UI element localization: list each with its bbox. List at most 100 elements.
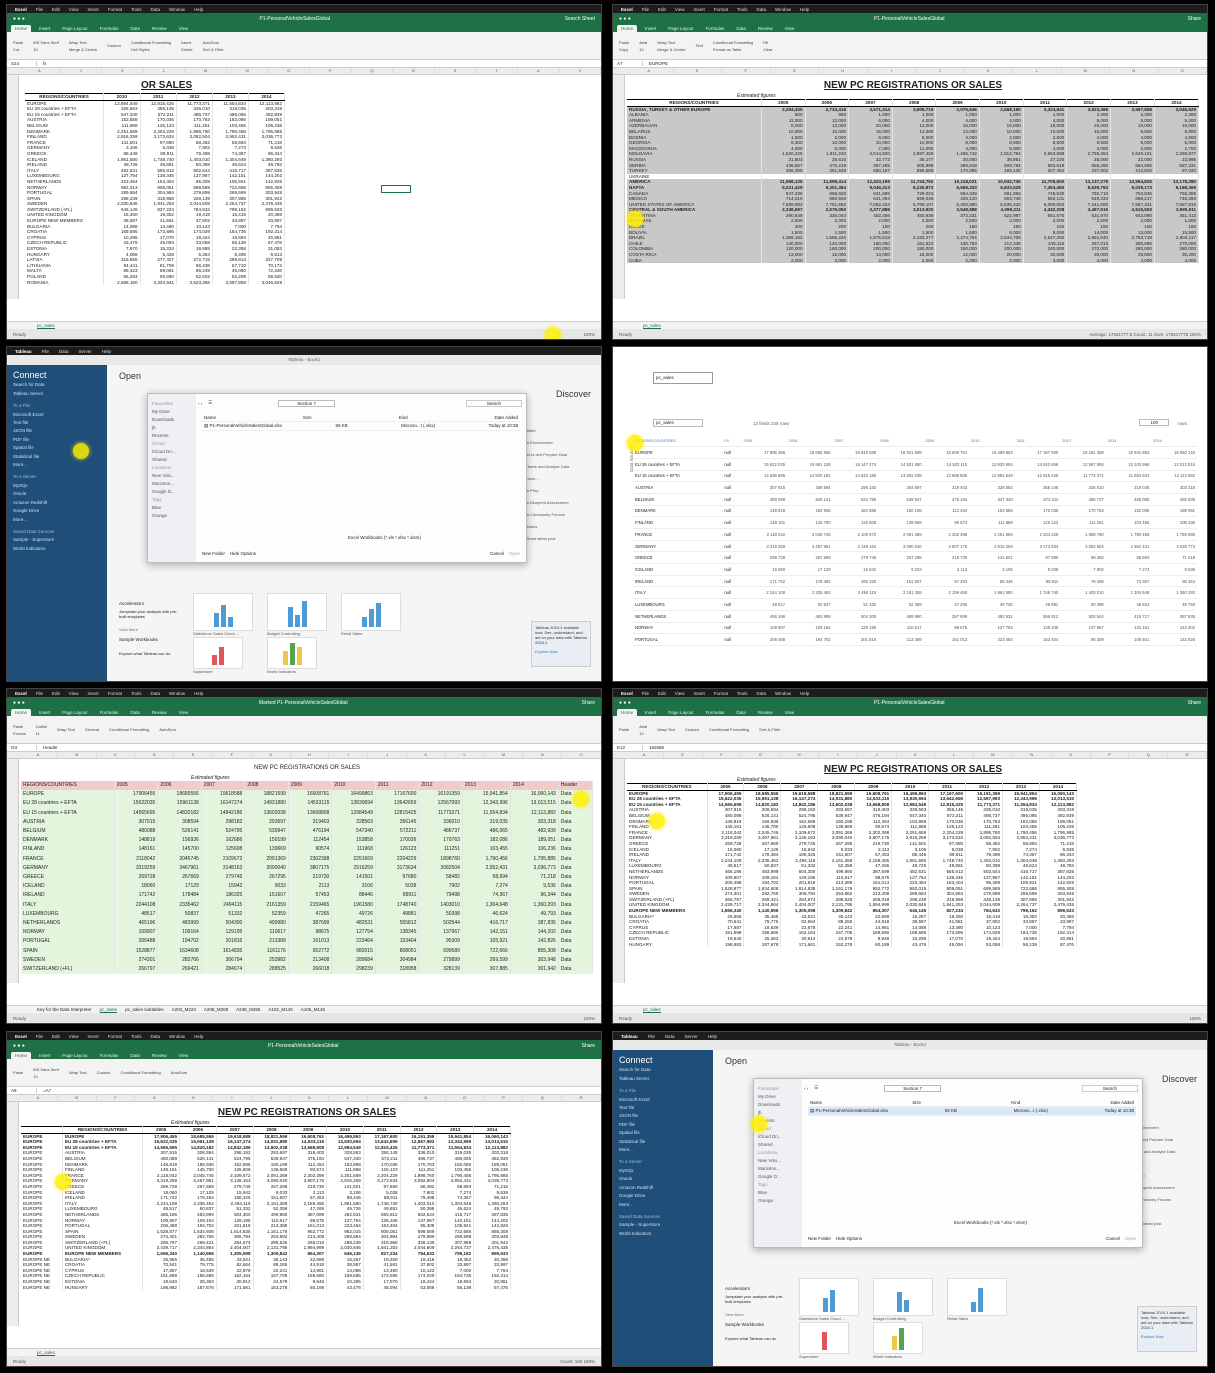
table-cell[interactable]: 17167600 — [375, 790, 420, 800]
table-cell[interactable]: 12815425 — [375, 808, 420, 818]
data-flag-cell[interactable]: Data — [558, 882, 594, 892]
table-cell[interactable]: 486737 — [418, 827, 463, 837]
table-cell[interactable]: 269,599 — [462, 955, 511, 966]
col-size[interactable]: Size — [303, 415, 312, 420]
grid-cell[interactable]: 18 821 599 — [878, 446, 924, 459]
view-more-link[interactable]: View More — [725, 1312, 744, 1317]
table-cell[interactable]: 9033 — [244, 882, 289, 892]
grid-cell[interactable]: LUXEMBOURG — [633, 598, 723, 611]
grid-cell[interactable]: 504 300 — [832, 610, 879, 623]
grid-cell[interactable]: 1 961 580 — [969, 586, 1015, 600]
table-cell[interactable]: 13,013,515 — [510, 799, 559, 809]
grid-cell[interactable]: 18 060 — [741, 563, 788, 576]
table-cell[interactable]: 16608761 — [288, 790, 333, 800]
menu-item[interactable]: Edit — [52, 691, 60, 696]
grid-cell[interactable]: 3 807 175 — [923, 540, 970, 553]
data-flag-cell[interactable]: Data — [558, 965, 594, 975]
grid-cell[interactable]: 79 498 — [1060, 575, 1106, 588]
menu-item[interactable]: Data — [59, 349, 69, 354]
table-cell[interactable]: 13642659 — [375, 799, 420, 809]
zoom-level[interactable]: 150% — [583, 332, 595, 337]
grid-header-cell[interactable]: 2011 — [1014, 435, 1061, 448]
list-item[interactable]: Sample - Superstore — [619, 1221, 707, 1229]
grid-cell[interactable]: 3 173 634 — [1014, 540, 1061, 553]
table-cell[interactable]: 109907 — [114, 928, 159, 938]
header-cell[interactable]: 2013 — [1110, 99, 1155, 107]
grid-cell[interactable]: null — [722, 528, 742, 541]
table-cell[interactable]: 171,661 — [780, 941, 819, 948]
column-header[interactable]: R — [393, 68, 435, 74]
grid-cell[interactable]: 17 129 — [787, 563, 833, 576]
table-cell[interactable]: 4,000 — [1110, 257, 1155, 264]
grid-cell[interactable]: 162 686 — [832, 505, 879, 518]
list-item[interactable]: jb — [152, 424, 192, 432]
column-header[interactable]: N — [407, 1095, 446, 1101]
column-header[interactable]: E — [174, 752, 213, 758]
table-cell[interactable]: 267295 — [244, 873, 289, 883]
header-cell[interactable]: 2014 — [248, 93, 286, 101]
table-cell[interactable]: 555812 — [375, 919, 420, 929]
list-item[interactable]: jb — [758, 1109, 798, 1117]
table-cell[interactable]: HUNGARY — [627, 941, 708, 948]
grid-cell[interactable]: 13 668 808 — [923, 470, 970, 483]
table-cell[interactable]: 274301 — [114, 955, 159, 966]
grid-cell[interactable]: 14 533 115 — [923, 458, 970, 471]
header-cell[interactable]: 2014 — [1154, 99, 1200, 107]
grid-cell[interactable]: 182 086 — [1105, 505, 1152, 518]
column-header[interactable]: E — [664, 752, 703, 758]
table-cell[interactable]: 51332 — [201, 909, 246, 920]
column-header[interactable]: J — [858, 752, 897, 758]
grid-cell[interactable]: 16 499 863 — [969, 446, 1015, 459]
data-flag-cell[interactable]: Data — [558, 900, 594, 910]
grid-cell[interactable]: 170 763 — [1060, 505, 1106, 518]
table-cell[interactable]: 46,624 — [462, 909, 511, 920]
accelerator-thumb[interactable]: Salesforce Sales Cloud ... — [799, 1278, 859, 1321]
table-cell[interactable]: EU 28 countries + EFTA — [21, 799, 115, 809]
grid-cell[interactable]: 480 088 — [741, 493, 788, 506]
table-cell[interactable]: 50398 — [418, 909, 463, 920]
grid-cell[interactable]: null — [722, 563, 742, 576]
header-cell[interactable]: 2013 — [1002, 783, 1040, 791]
column-header[interactable]: I — [819, 752, 858, 758]
col-name[interactable]: Name — [810, 1100, 822, 1105]
table-cell[interactable]: 56,139 — [436, 1284, 475, 1291]
grid-cell[interactable]: 328 563 — [969, 481, 1015, 494]
table-cell[interactable]: 1,304,648 — [462, 900, 511, 910]
formula-input[interactable]: Header — [43, 745, 58, 750]
ribbon-tab[interactable]: Formulas — [96, 25, 123, 32]
grid-cell[interactable]: 15 622 035 — [741, 458, 788, 471]
menu-app[interactable]: Excel — [15, 691, 27, 696]
ribbon-tab[interactable]: Formulas — [702, 25, 729, 32]
name-box[interactable]: S24 — [11, 61, 37, 66]
formula-bar[interactable]: S24 fx — [7, 60, 601, 68]
grid-cell[interactable]: 12 113 882 — [1151, 470, 1197, 483]
table-cell[interactable]: GERMANY — [21, 863, 115, 874]
table-cell[interactable]: 45,094 — [928, 941, 967, 948]
table-cell[interactable]: 187,676 — [743, 941, 782, 948]
table-cell[interactable]: 213389 — [244, 937, 289, 947]
conditional-formatting-button[interactable]: Conditional Formatting — [709, 727, 749, 732]
menu-item[interactable]: Tools — [131, 7, 142, 12]
column-header[interactable]: J — [368, 752, 407, 758]
column-header[interactable]: C — [97, 752, 136, 758]
table-cell[interactable]: 14820182 — [157, 808, 202, 818]
ribbon-tab[interactable]: View — [175, 1052, 193, 1059]
table-cell[interactable]: 15622035 — [114, 799, 159, 809]
table-cell[interactable]: 3,036,773 — [510, 863, 559, 874]
view-mode-icon[interactable]: ☰ — [208, 400, 212, 406]
table-cell[interactable]: 14565695 — [114, 808, 159, 818]
table-cell[interactable]: 14842186 — [201, 808, 246, 818]
table-cell[interactable]: 3,597,858 — [212, 279, 249, 286]
cut-button[interactable]: Cut — [13, 47, 23, 52]
grid-cell[interactable]: null — [722, 470, 742, 483]
list-item[interactable]: iCloud Dri... — [758, 1133, 798, 1141]
format-table-button[interactable]: Format as Table — [713, 47, 753, 52]
folder-select[interactable]: Section 7 — [884, 1084, 942, 1092]
data-flag-cell[interactable]: Data — [558, 891, 594, 901]
hide-options-button[interactable]: Hide Options — [836, 1236, 862, 1241]
ribbon-tab[interactable]: Review — [754, 25, 777, 32]
grid-cell[interactable]: 526 141 — [787, 493, 833, 506]
grid-cell[interactable]: 2 335 462 — [787, 586, 833, 600]
table-cell[interactable]: 288525 — [244, 965, 289, 975]
grid-cell[interactable]: 150 199 — [878, 505, 924, 518]
